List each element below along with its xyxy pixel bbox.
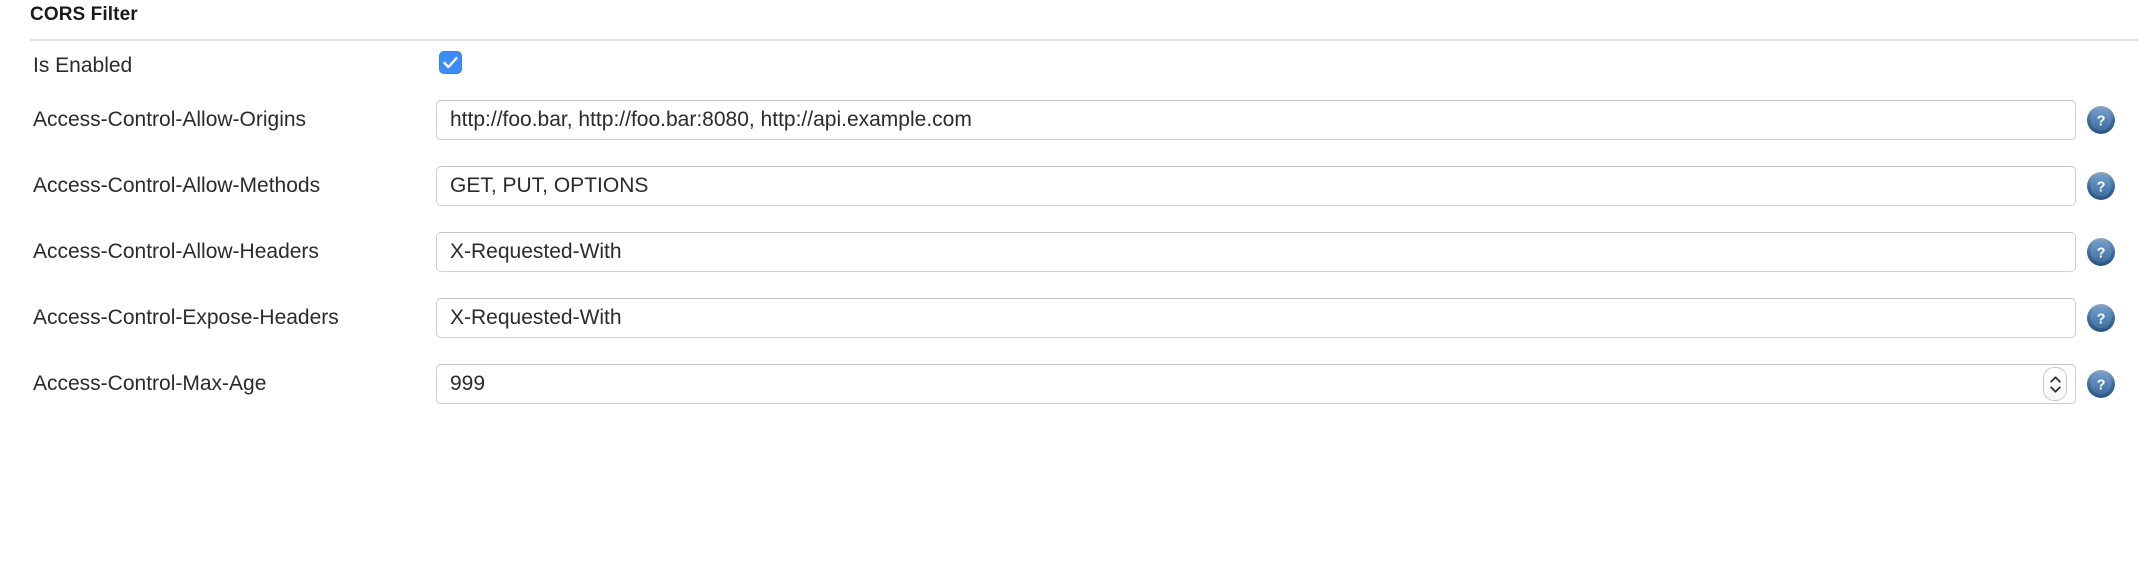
help-circle-icon[interactable]: ? [2086, 105, 2116, 135]
svg-text:?: ? [2097, 312, 2106, 328]
max-age-input[interactable] [436, 364, 2076, 404]
cors-filter-form: Is Enabled Access-Control-Allow-Origins [0, 41, 2138, 417]
allow-methods-input[interactable] [436, 166, 2076, 206]
svg-text:?: ? [2097, 378, 2106, 394]
allow-headers-input[interactable] [436, 232, 2076, 272]
form-row-max-age: Access-Control-Max-Age 999 ? [0, 351, 2138, 417]
is-enabled-label: Is Enabled [33, 54, 133, 77]
max-age-field-wrap [436, 364, 2076, 404]
allow-origins-input[interactable] [436, 100, 2076, 140]
allow-methods-label: Access-Control-Allow-Methods [33, 174, 321, 197]
allow-origins-label: Access-Control-Allow-Origins [33, 108, 307, 131]
expose-headers-input[interactable] [436, 298, 2076, 338]
form-row-allow-headers: Access-Control-Allow-Headers ? [0, 219, 2138, 285]
is-enabled-checkbox[interactable] [439, 51, 462, 74]
form-row-is-enabled: Is Enabled [0, 41, 2138, 87]
page-title: CORS Filter [30, 4, 138, 25]
help-circle-icon[interactable]: ? [2086, 303, 2116, 333]
svg-text:?: ? [2097, 180, 2106, 196]
chevron-up-icon[interactable] [2049, 375, 2061, 383]
max-age-stepper[interactable] [2043, 367, 2067, 401]
help-circle-icon[interactable]: ? [2086, 237, 2116, 267]
allow-methods-field-wrap [436, 166, 2076, 206]
svg-text:?: ? [2097, 114, 2106, 130]
allow-headers-label: Access-Control-Allow-Headers [33, 240, 319, 263]
help-circle-icon[interactable]: ? [2086, 369, 2116, 399]
form-row-allow-methods: Access-Control-Allow-Methods ? [0, 153, 2138, 219]
svg-text:?: ? [2097, 246, 2106, 262]
form-row-allow-origins: Access-Control-Allow-Origins http://foo.… [0, 87, 2138, 153]
max-age-label: Access-Control-Max-Age [33, 372, 267, 395]
cors-filter-panel: CORS Filter Is Enabled Access-Control-Al… [0, 0, 2138, 564]
allow-headers-field-wrap [436, 232, 2076, 272]
allow-origins-field-wrap [436, 100, 2076, 140]
expose-headers-label: Access-Control-Expose-Headers [33, 306, 339, 329]
chevron-down-icon[interactable] [2049, 386, 2061, 393]
help-circle-icon[interactable]: ? [2086, 171, 2116, 201]
form-row-expose-headers: Access-Control-Expose-Headers ? [0, 285, 2138, 351]
expose-headers-field-wrap [436, 298, 2076, 338]
